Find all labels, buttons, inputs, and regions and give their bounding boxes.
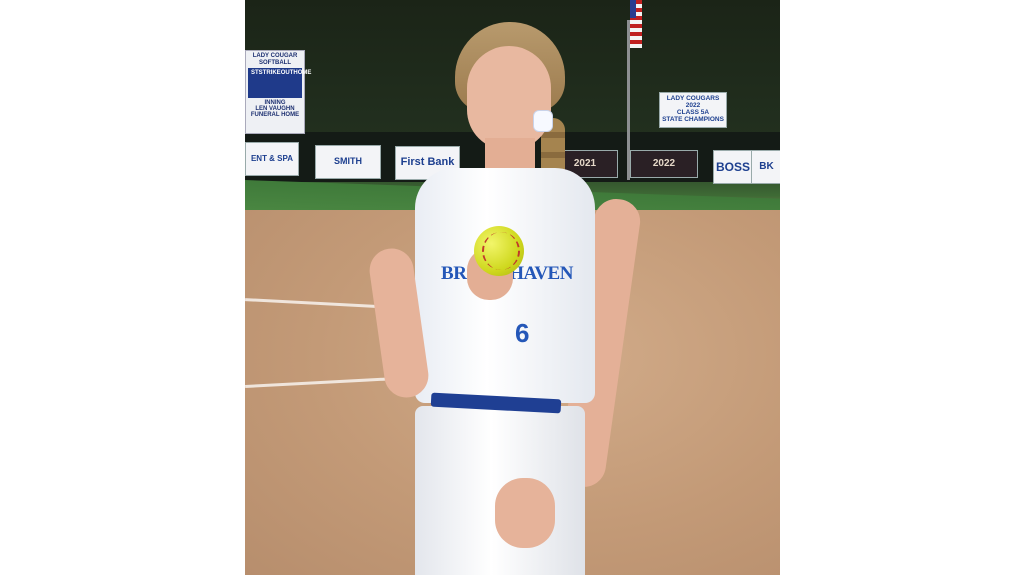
hair-bow [533, 110, 553, 132]
right-hand [495, 478, 555, 548]
scoreboard-title: LADY COUGAR [252, 53, 298, 59]
scoreboard-subtitle: SOFTBALL [259, 59, 291, 66]
scoreboard-st: ST [251, 70, 259, 77]
player: BROOKHAVEN 6 [355, 18, 655, 575]
scoreboard-sponsor-sub: FUNERAL HOME [250, 112, 300, 119]
champions-line: STATE CHAMPIONS [662, 115, 724, 123]
scoreboard-home: HOME [293, 70, 312, 77]
scoreboard: LADY COUGAR SOFTBALL ST STRIKE OUT HOME … [245, 50, 311, 134]
state-champions-banner: LADY COUGARS 2022 CLASS 5A STATE CHAMPIO… [659, 92, 727, 128]
sponsor-sign: BK [751, 150, 780, 184]
sponsor-sign: ENT & SPA [245, 142, 299, 176]
scoreboard-strike: STRIKE [258, 70, 281, 77]
softball-icon [474, 226, 524, 276]
jersey-number: 6 [515, 318, 530, 348]
scoreboard-out: OUT [280, 70, 294, 77]
face [467, 46, 551, 150]
softball-player-photo: LADY COUGAR SOFTBALL ST STRIKE OUT HOME … [245, 0, 780, 575]
scoreboard-panel: ST STRIKE OUT HOME [248, 68, 311, 99]
sponsor-sign: BOSS [713, 150, 753, 184]
